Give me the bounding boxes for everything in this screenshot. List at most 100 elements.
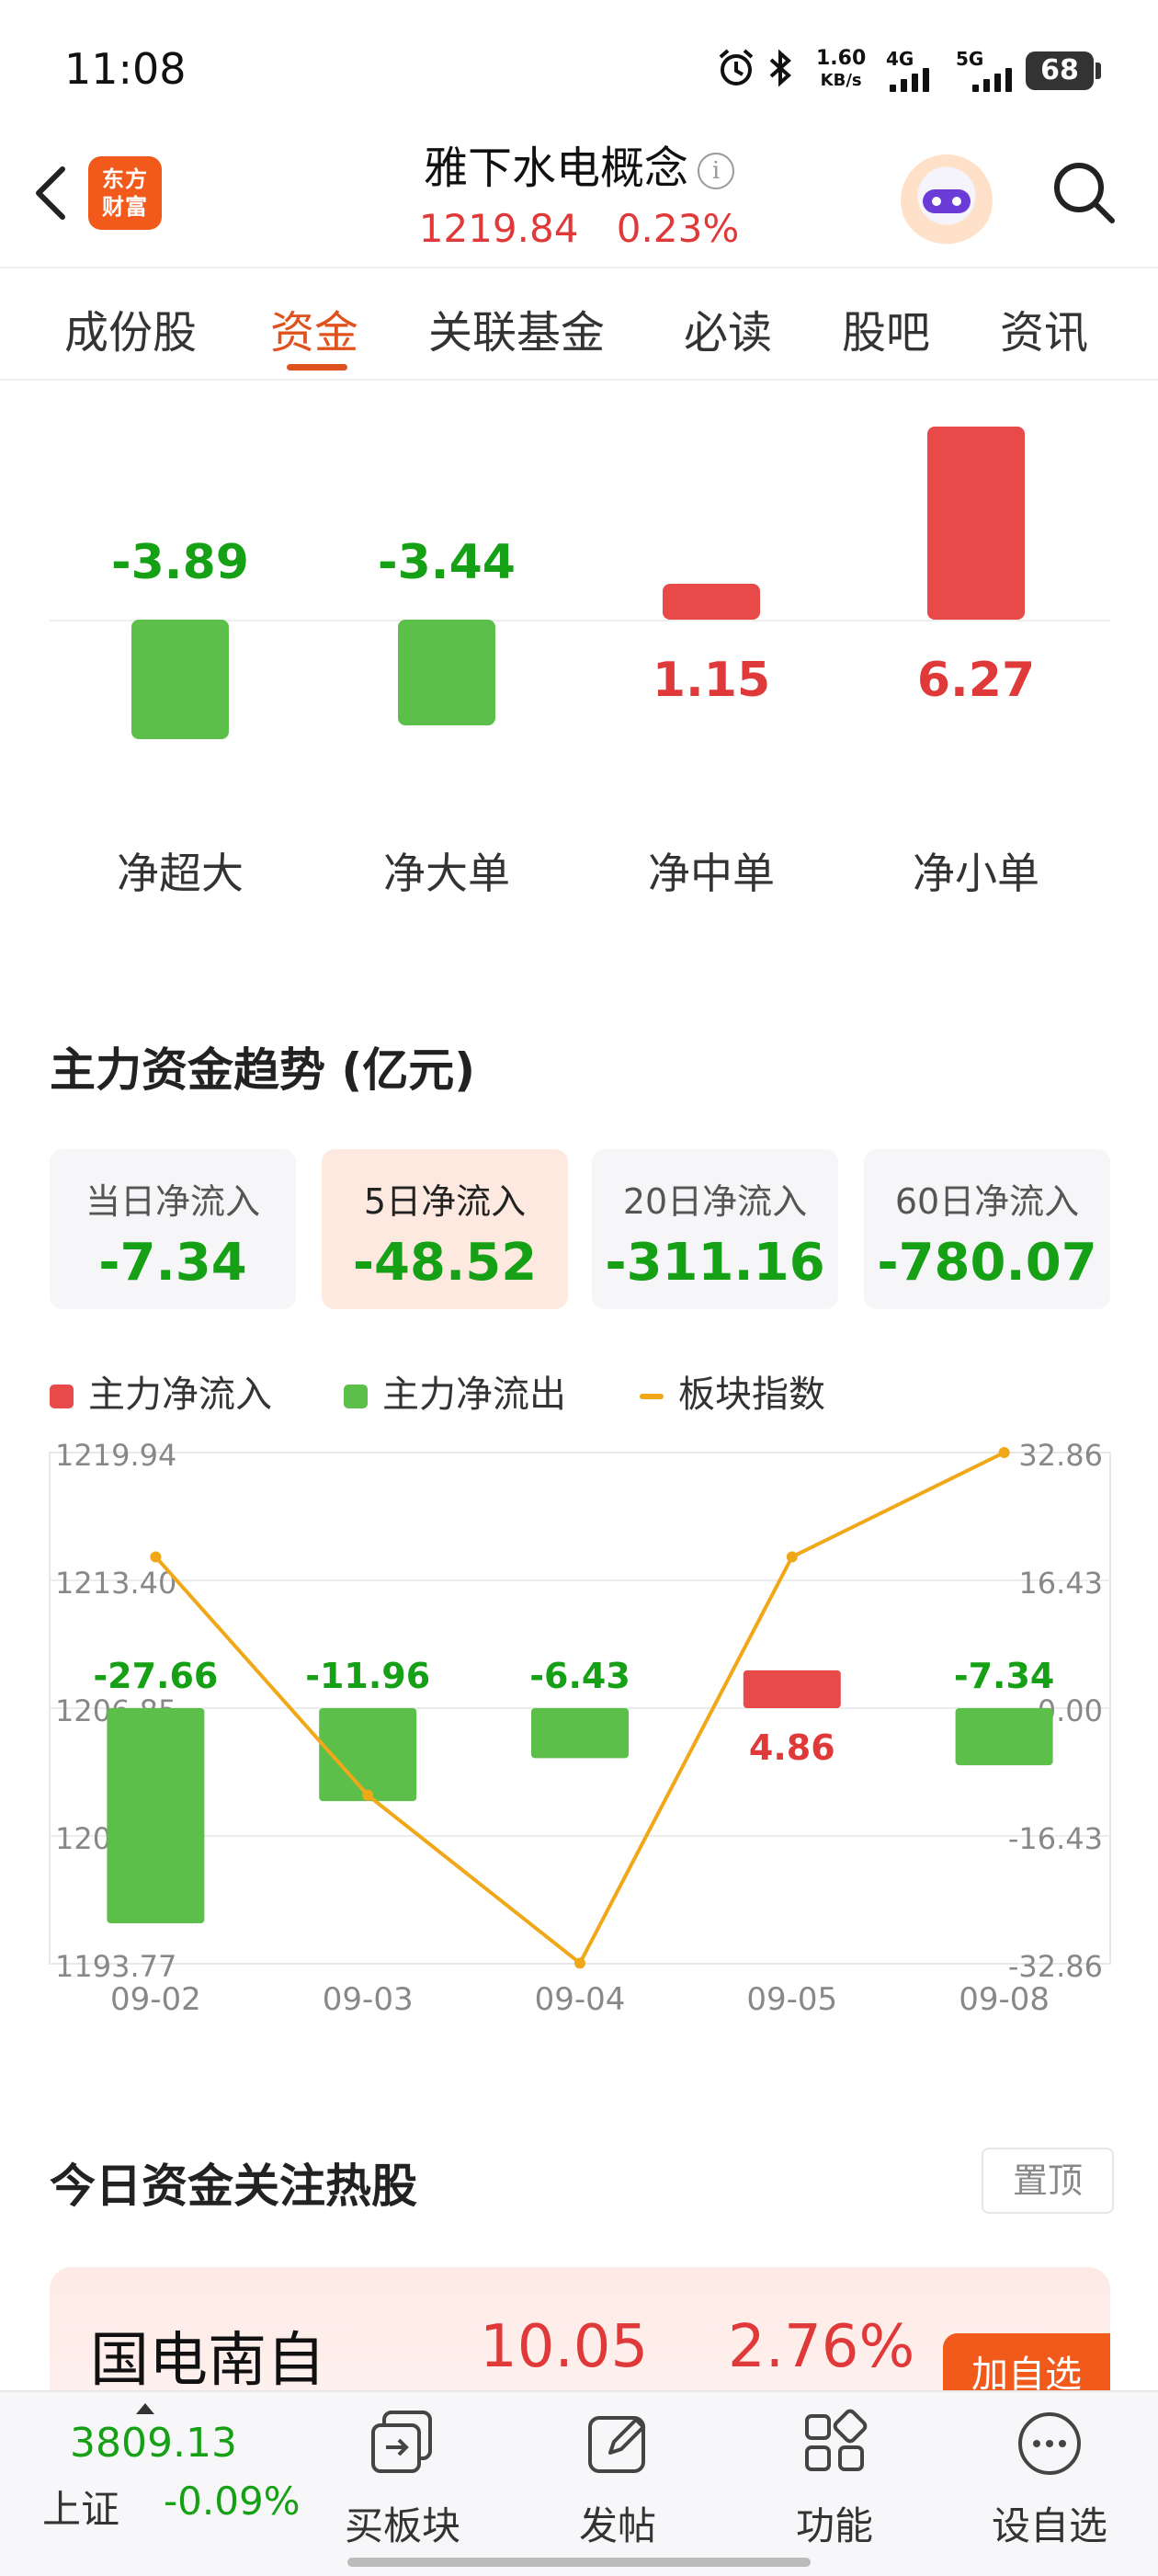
nav-label: 功能 <box>795 2503 873 2548</box>
stat-card-label: 5日净流入 <box>363 1181 527 1222</box>
breakdown-bar <box>927 427 1025 620</box>
trend-section-title: 主力资金趋势 (亿元) <box>50 1043 476 1097</box>
x-axis-tick: 09-05 <box>746 1981 837 2018</box>
search-button[interactable] <box>1048 156 1121 230</box>
breakdown-label: 净中单 <box>648 849 775 898</box>
breakdown-value: -3.44 <box>378 535 516 590</box>
market-index-change[interactable]: -0.09% <box>164 2479 301 2524</box>
signal-4g-icon <box>890 61 945 92</box>
tab-constituents[interactable]: 成份股 <box>64 296 197 360</box>
grid-icon <box>805 2409 868 2471</box>
tab-related-funds[interactable]: 关联基金 <box>428 296 605 360</box>
legend-index: 板块指数 <box>640 1364 825 1418</box>
info-icon[interactable]: i <box>698 153 734 189</box>
flow-bar <box>107 1708 205 1924</box>
legend-outflow-swatch <box>344 1385 368 1408</box>
active-tab-indicator <box>287 364 347 370</box>
clock: 11:08 <box>64 44 187 94</box>
right-axis-tick: -32.86 <box>1008 1949 1103 1984</box>
tab-capital[interactable]: 资金 <box>270 296 358 360</box>
right-axis-tick: 32.86 <box>1018 1438 1103 1473</box>
caret-up-icon <box>136 2403 154 2414</box>
signal-5g-icon <box>972 61 1018 92</box>
index-change: 0.23% <box>616 206 740 251</box>
breakdown-label: 净小单 <box>913 849 1039 898</box>
nav-label: 设自选 <box>991 2503 1107 2548</box>
stock-name: 国电南自 <box>90 2327 325 2395</box>
breakdown-bar <box>663 584 760 620</box>
tab-must-read[interactable]: 必读 <box>684 296 772 360</box>
edit-icon <box>588 2416 645 2473</box>
capital-trend-chart: 1219.941213.401206.851200.311193.7732.86… <box>0 1434 1158 2032</box>
legend-inflow: 主力净流入 <box>50 1364 272 1418</box>
index-point <box>150 1551 162 1563</box>
search-icon <box>1054 163 1115 223</box>
market-index-value[interactable]: 3809.13 <box>70 2420 237 2467</box>
stock-price: 10.05 <box>480 2313 649 2381</box>
breakdown-label: 净超大 <box>117 849 244 898</box>
tab-forum[interactable]: 股吧 <box>842 296 930 360</box>
right-axis-tick: -16.43 <box>1008 1821 1103 1856</box>
nav-post[interactable]: 发帖 <box>535 2405 700 2548</box>
left-axis-tick: 1213.40 <box>55 1566 176 1601</box>
bluetooth-icon <box>766 48 794 88</box>
stat-card-5day[interactable]: 5日净流入 -48.52 <box>322 1149 568 1309</box>
more-icon <box>1018 2412 1081 2475</box>
buy-sector-icon <box>371 2411 432 2473</box>
index-point <box>786 1551 798 1563</box>
legend-inflow-swatch <box>50 1385 74 1408</box>
stat-card-label: 20日净流入 <box>622 1181 808 1222</box>
pin-top-button[interactable]: 置顶 <box>982 2148 1114 2214</box>
stat-card-value: -311.16 <box>605 1233 825 1293</box>
x-axis-tick: 09-02 <box>110 1981 201 2018</box>
legend-index-swatch <box>640 1394 664 1399</box>
nav-set-watchlist[interactable]: 设自选 <box>967 2405 1132 2548</box>
x-axis-tick: 09-08 <box>959 1981 1050 2018</box>
trend-chart-svg: 1219.941213.401206.851200.311193.7732.86… <box>49 1438 1111 2018</box>
breakdown-value: -3.89 <box>111 535 249 590</box>
right-axis-tick: 16.43 <box>1018 1566 1103 1601</box>
stat-card-label: 当日净流入 <box>85 1181 260 1222</box>
stat-card-60day[interactable]: 60日净流入 -780.07 <box>864 1149 1110 1309</box>
flow-value-label: -6.43 <box>529 1656 630 1696</box>
legend-outflow: 主力净流出 <box>344 1364 566 1418</box>
x-axis-tick: 09-03 <box>323 1981 414 2018</box>
left-axis-tick: 1193.77 <box>55 1949 176 1984</box>
flow-value-label: -11.96 <box>305 1656 430 1696</box>
nav-label: 发帖 <box>578 2503 656 2548</box>
flow-value-label: 4.86 <box>749 1727 835 1768</box>
breakdown-value: 1.15 <box>652 653 771 708</box>
header: 东方 财富 雅下水电概念 i 1219.84 0.23% <box>0 138 1158 267</box>
index-value: 1219.84 <box>418 206 579 251</box>
flow-bar <box>955 1708 1053 1766</box>
page-title: 雅下水电概念 <box>423 142 688 194</box>
nav-functions[interactable]: 功能 <box>752 2405 917 2548</box>
index-point <box>574 1957 585 1969</box>
network-speed: 1.60 KB/s <box>816 47 867 91</box>
index-point <box>362 1789 374 1801</box>
stat-card-value: -48.52 <box>352 1233 538 1293</box>
stat-card-today[interactable]: 当日净流入 -7.34 <box>50 1149 296 1309</box>
nav-label: 买板块 <box>344 2503 460 2548</box>
breakdown-bar <box>398 620 495 726</box>
left-axis-tick: 1219.94 <box>55 1438 176 1473</box>
hot-stocks-title: 今日资金关注热股 <box>50 2160 417 2213</box>
nav-buy-sector[interactable]: 买板块 <box>320 2405 485 2548</box>
breakdown-bar <box>131 620 229 740</box>
stat-card-20day[interactable]: 20日净流入 -311.16 <box>592 1149 838 1309</box>
tab-news[interactable]: 资讯 <box>1000 296 1088 360</box>
alarm-icon <box>715 48 757 88</box>
capital-breakdown-chart: -3.89 净超大 -3.44 净大单 1.15 净中单 6.27 净小单 <box>0 379 1158 930</box>
flow-bar <box>743 1670 841 1708</box>
home-indicator <box>347 2558 811 2567</box>
tab-bar: 成份股 资金 关联基金 必读 股吧 资讯 <box>0 267 1158 381</box>
stock-change: 2.76% <box>728 2313 915 2381</box>
flow-value-label: -7.34 <box>954 1656 1055 1696</box>
status-bar: 11:08 1.60 KB/s 4G 5G 68 <box>0 0 1158 138</box>
market-index-name[interactable]: 上证 <box>42 2479 119 2535</box>
battery-indicator: 68 <box>1026 51 1101 90</box>
assistant-robot-icon[interactable] <box>901 154 993 246</box>
breakdown-label: 净大单 <box>383 849 510 898</box>
stat-card-label: 60日净流入 <box>894 1181 1080 1222</box>
breakdown-value: 6.27 <box>916 653 1036 708</box>
